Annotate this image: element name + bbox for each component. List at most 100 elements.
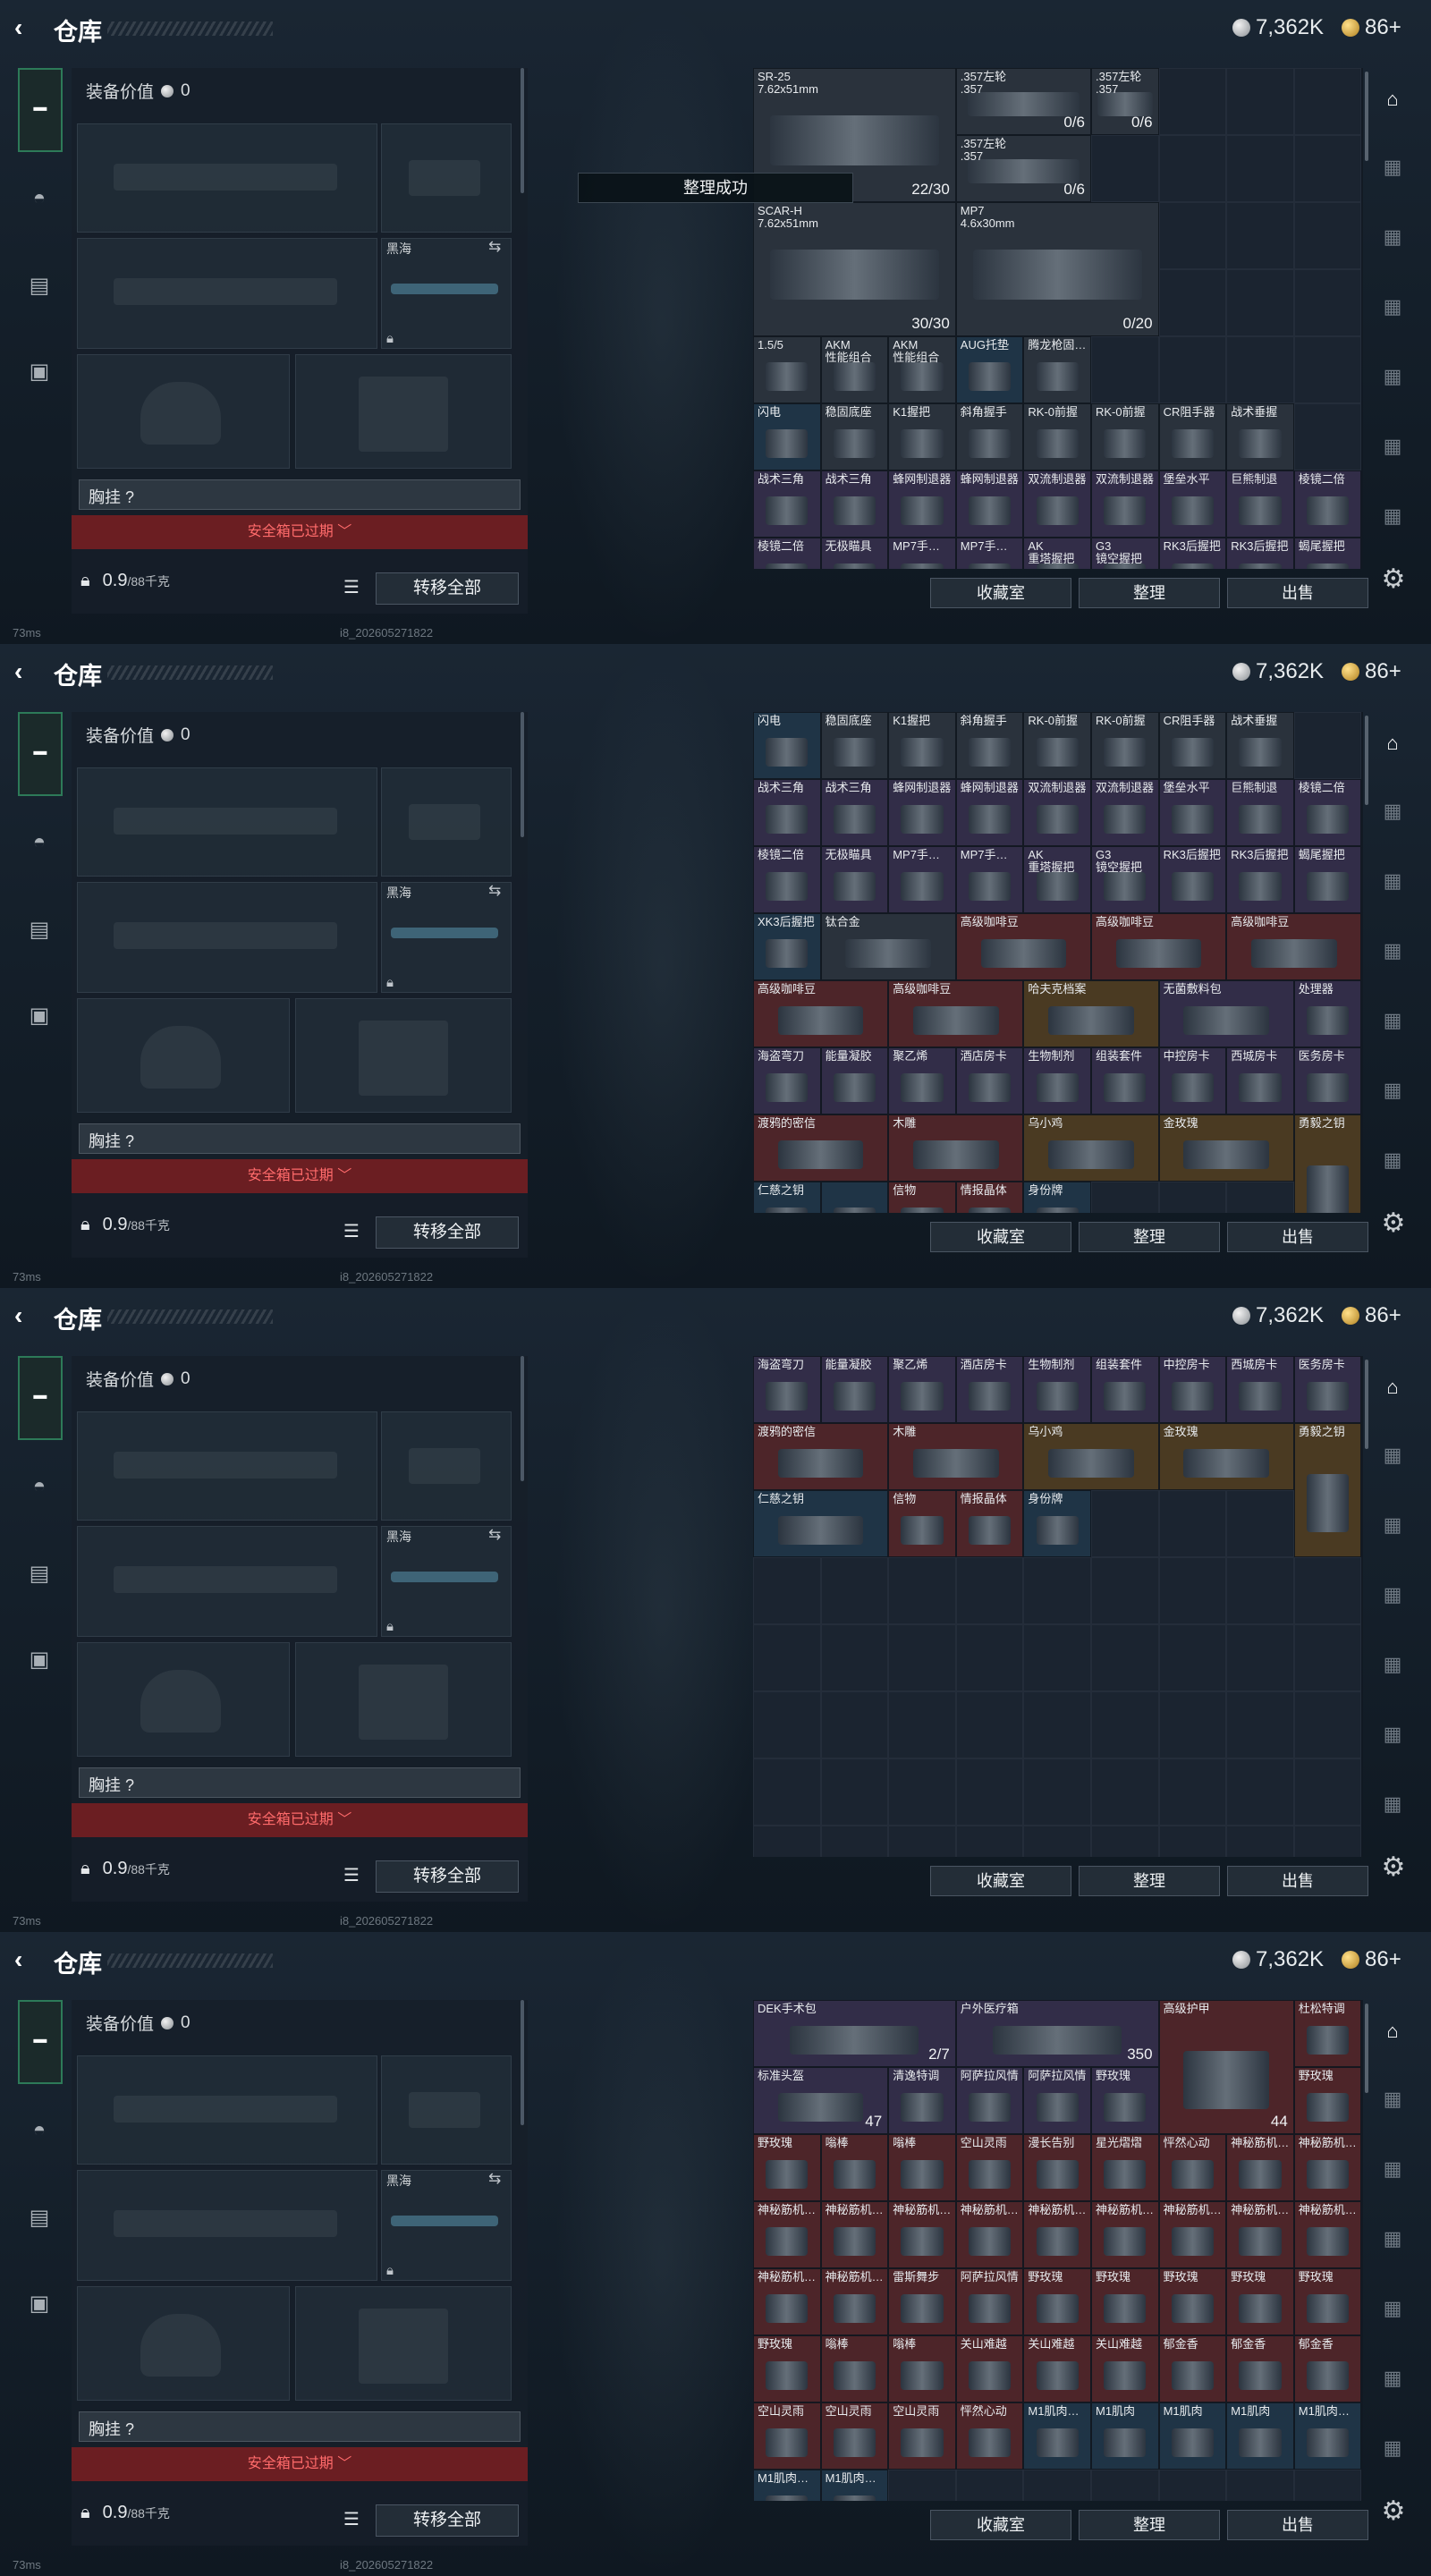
inventory-item[interactable]: 漫长告别 — [1023, 2134, 1091, 2201]
inventory-item[interactable]: 神秘筋机… — [1158, 2201, 1227, 2268]
primary-weapon-slot[interactable] — [77, 1411, 377, 1521]
gun-icon[interactable]: ━ — [18, 712, 63, 796]
inventory-item[interactable]: 神秘筋机… — [753, 2201, 821, 2268]
inventory-item[interactable]: 杜松特调 — [1293, 2000, 1362, 2067]
inventory-item[interactable]: 双流制退器 — [1023, 779, 1091, 846]
bag-icon[interactable]: ▣ — [20, 2284, 59, 2324]
chest-rig-slot[interactable]: 胸挂 ? — [79, 479, 521, 510]
inventory-item[interactable]: 巨熊制退 — [1226, 470, 1294, 538]
list-icon[interactable]: ☰ — [343, 1864, 360, 1886]
helmet-icon[interactable]: ◓ — [20, 823, 59, 862]
inventory-item[interactable]: CR阻手器 — [1158, 712, 1227, 779]
secondary-weapon-slot[interactable] — [77, 1526, 377, 1637]
inventory-item[interactable]: 斜角握手 — [955, 403, 1024, 470]
inventory-item[interactable]: 仁慈之钥 — [753, 1182, 821, 1213]
bag-icon[interactable]: ▣ — [20, 996, 59, 1036]
sell-button[interactable]: 出售 — [1227, 1866, 1368, 1896]
inventory-item[interactable]: 金玫瑰 — [1158, 1114, 1294, 1182]
inventory-item[interactable]: 野玫瑰 — [1158, 2268, 1227, 2335]
helmet-icon[interactable]: ◓ — [20, 2111, 59, 2150]
gold-currency[interactable]: 86+ — [1342, 1303, 1401, 1328]
inventory-item[interactable]: 斜角握手 — [955, 712, 1024, 779]
inventory-item[interactable]: 关山难越 — [1023, 2335, 1091, 2402]
tab-icon[interactable]: ▦ — [1376, 2088, 1410, 2114]
inventory-item[interactable]: 中控房卡 — [1158, 1047, 1227, 1114]
inventory-item[interactable]: 聚乙烯 — [888, 1356, 956, 1423]
inventory-item[interactable]: 嗡棒 — [820, 2335, 889, 2402]
inventory-item[interactable]: 郁金香 — [1226, 2335, 1294, 2402]
inventory-item[interactable]: M1肌肉… — [753, 2470, 821, 2501]
inventory-item[interactable]: RK3后握把 — [1158, 538, 1227, 569]
inventory-item[interactable]: AKM 性能组合 — [888, 336, 956, 403]
inventory-item[interactable]: 酒店房卡 — [955, 1356, 1024, 1423]
chest-rig-slot[interactable]: 胸挂 ? — [79, 2411, 521, 2442]
inventory-item[interactable]: 标准头盔 47 — [753, 2067, 889, 2134]
inventory-item[interactable]: 能量凝胶 — [820, 1356, 889, 1423]
primary-weapon-slot[interactable] — [77, 767, 377, 877]
inventory-item[interactable]: 嗡棒 — [820, 2134, 889, 2201]
gold-currency[interactable]: 86+ — [1342, 15, 1401, 40]
helmet-slot[interactable] — [77, 354, 290, 469]
pistol-slot[interactable] — [381, 123, 512, 233]
inventory-item[interactable]: 乌小鸡 — [1023, 1114, 1159, 1182]
warehouse-icon[interactable]: ⌂ — [1376, 1376, 1410, 1402]
inventory-item[interactable] — [820, 1182, 889, 1213]
inventory-item[interactable]: 关山难越 — [1091, 2335, 1159, 2402]
swap-icon[interactable]: ⇆ — [488, 238, 501, 256]
helmet-icon[interactable]: ◓ — [20, 179, 59, 218]
tab-icon[interactable]: ▦ — [1376, 2436, 1410, 2463]
tab-icon[interactable]: ▦ — [1376, 2297, 1410, 2324]
collection-button[interactable]: 收藏室 — [930, 578, 1071, 608]
inventory-item[interactable]: 身份牌 — [1023, 1490, 1091, 1557]
transfer-all-button[interactable]: 转移全部 — [376, 2504, 519, 2537]
inventory-item[interactable]: 金玫瑰 — [1158, 1423, 1294, 1490]
inventory-item[interactable]: 组装套件 — [1091, 1356, 1159, 1423]
inventory-item[interactable]: CR阻手器 — [1158, 403, 1227, 470]
inventory-item[interactable]: M1肌肉… — [820, 2470, 889, 2501]
sort-button[interactable]: 整理 — [1079, 2510, 1220, 2540]
inventory-item[interactable]: 木雕 — [888, 1114, 1024, 1182]
inventory-item[interactable]: M1肌肉 — [1158, 2402, 1227, 2470]
vest-icon[interactable]: ▤ — [20, 911, 59, 950]
collection-button[interactable]: 收藏室 — [930, 2510, 1071, 2540]
inventory-item[interactable]: 无极瞄具 — [820, 846, 889, 913]
warehouse-icon[interactable]: ⌂ — [1376, 732, 1410, 758]
inventory-item[interactable]: .357左轮 .357 0/6 — [955, 135, 1091, 202]
inventory-item[interactable]: RK-0前握 — [1023, 712, 1091, 779]
tab-icon[interactable]: ▦ — [1376, 2227, 1410, 2254]
primary-weapon-slot[interactable] — [77, 123, 377, 233]
inventory-item[interactable]: 野玫瑰 — [753, 2134, 821, 2201]
inventory-item[interactable]: M1肌肉 — [1226, 2402, 1294, 2470]
tab-icon[interactable]: ▦ — [1376, 1583, 1410, 1610]
inventory-item[interactable]: 神秘筋机… — [1226, 2134, 1294, 2201]
inventory-item[interactable]: AUG托垫 — [955, 336, 1024, 403]
inventory-item[interactable]: 生物制剂 — [1023, 1356, 1091, 1423]
inventory-item[interactable]: K1握把 — [888, 403, 956, 470]
tab-icon[interactable]: ▦ — [1376, 504, 1410, 531]
sort-button[interactable]: 整理 — [1079, 1866, 1220, 1896]
inventory-item[interactable]: 聚乙烯 — [888, 1047, 956, 1114]
vest-icon[interactable]: ▤ — [20, 2199, 59, 2238]
inventory-item[interactable]: 高级咖啡豆 — [1091, 913, 1227, 980]
inventory-item[interactable]: 巨熊制退 — [1226, 779, 1294, 846]
inventory-item[interactable]: 户外医疗箱 350 — [955, 2000, 1159, 2067]
transfer-all-button[interactable]: 转移全部 — [376, 1860, 519, 1893]
inventory-item[interactable]: 高级咖啡豆 — [753, 980, 889, 1047]
back-icon[interactable]: ‹ — [14, 14, 41, 41]
inventory-item[interactable]: 情报晶体 — [955, 1182, 1024, 1213]
safe-box-expired[interactable]: 安全箱已过期 ﹀ — [72, 1803, 528, 1837]
pistol-slot[interactable] — [381, 2055, 512, 2165]
inventory-item[interactable]: 高级护甲 44 — [1158, 2000, 1294, 2134]
inventory-item[interactable]: 棱镜二倍 — [1293, 779, 1362, 846]
inventory-item[interactable]: 神秘筋机… — [820, 2268, 889, 2335]
inventory-item[interactable]: 空山灵雨 — [753, 2402, 821, 2470]
inventory-item[interactable]: 堡垒水平 — [1158, 470, 1227, 538]
inventory-item[interactable]: G3 镜空握把 — [1091, 846, 1159, 913]
inventory-item[interactable]: 野玫瑰 — [1226, 2268, 1294, 2335]
pistol-slot[interactable] — [381, 767, 512, 877]
sell-button[interactable]: 出售 — [1227, 1222, 1368, 1252]
tab-icon[interactable]: ▦ — [1376, 1009, 1410, 1036]
armor-slot[interactable] — [295, 998, 512, 1113]
equipment-scrollbar[interactable] — [521, 1356, 524, 1481]
inventory-item[interactable]: 蜂网制退器 — [955, 470, 1024, 538]
